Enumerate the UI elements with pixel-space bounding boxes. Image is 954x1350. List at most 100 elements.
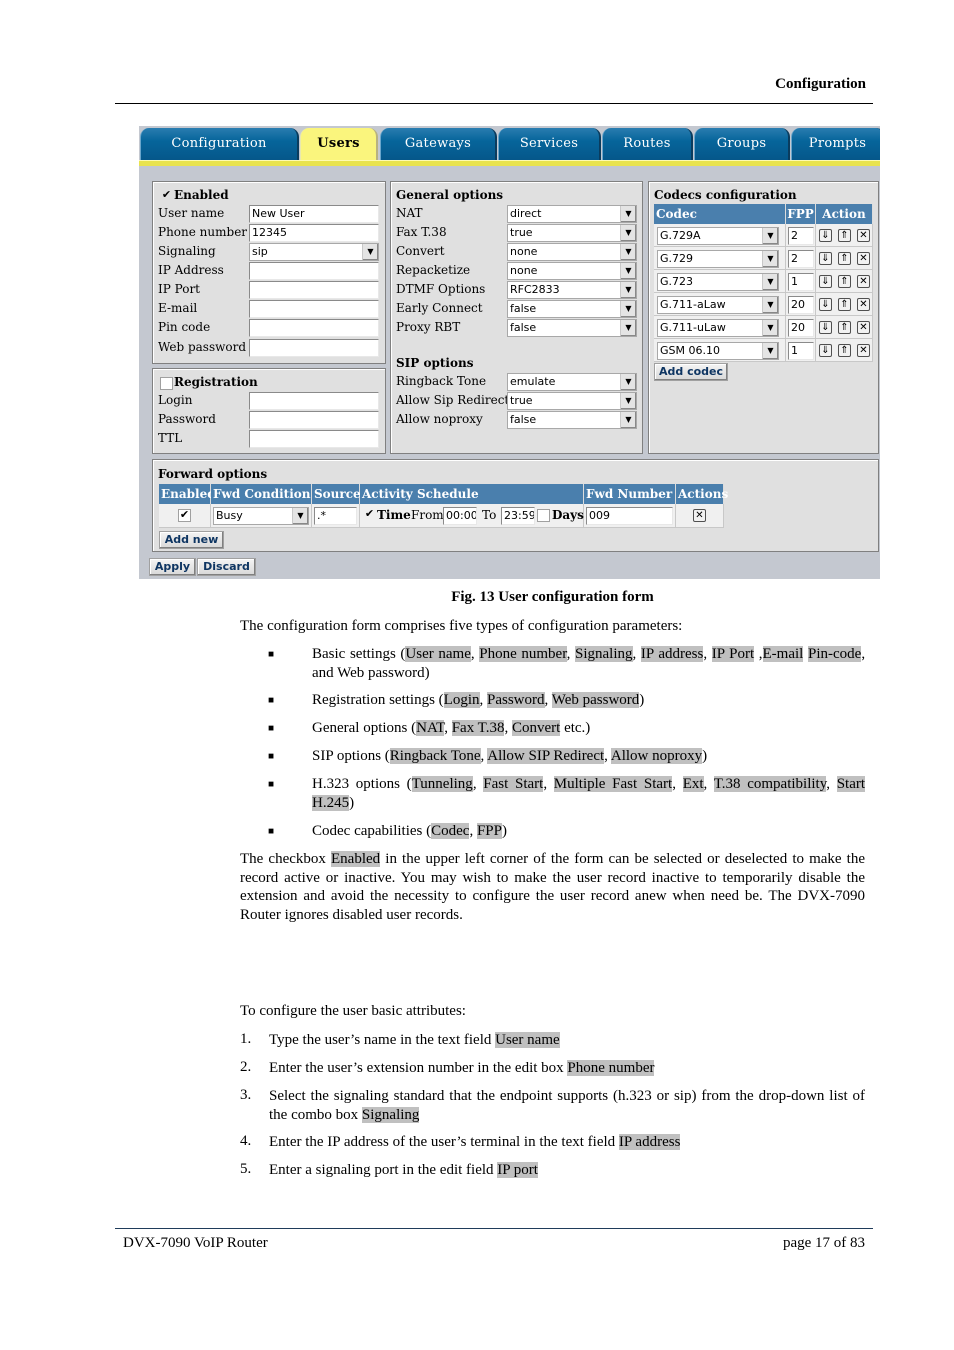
password-input[interactable] bbox=[249, 411, 379, 429]
ttl-input[interactable] bbox=[249, 430, 379, 448]
codec-select[interactable]: G.729 ▼ bbox=[657, 250, 779, 268]
tab-underline bbox=[139, 160, 880, 166]
chevron-down-icon[interactable]: ▼ bbox=[620, 301, 636, 317]
fpp-input[interactable]: 1 bbox=[788, 273, 814, 291]
move-up-icon[interactable]: ⇑ bbox=[838, 344, 851, 357]
registration-panel: Registration Login Password TTL bbox=[152, 368, 386, 454]
proxy-rbt-select[interactable]: false ▼ bbox=[507, 319, 637, 337]
fax-t38-select[interactable]: true ▼ bbox=[507, 224, 637, 242]
chevron-down-icon[interactable]: ▼ bbox=[292, 508, 308, 524]
delete-icon[interactable]: ✕ bbox=[857, 344, 870, 357]
signaling-value: sip bbox=[252, 245, 268, 258]
delete-icon[interactable]: ✕ bbox=[857, 321, 870, 334]
chevron-down-icon[interactable]: ▼ bbox=[762, 274, 778, 290]
field-reference: IP address bbox=[618, 1134, 681, 1150]
move-up-icon[interactable]: ⇑ bbox=[838, 298, 851, 311]
apply-button[interactable]: Apply bbox=[149, 558, 196, 576]
early-connect-select[interactable]: false ▼ bbox=[507, 300, 637, 318]
move-down-icon[interactable]: ⇓ bbox=[819, 252, 832, 265]
discard-button[interactable]: Discard bbox=[197, 558, 256, 576]
codec-select[interactable]: G.723 ▼ bbox=[657, 273, 779, 291]
move-up-icon[interactable]: ⇑ bbox=[838, 275, 851, 288]
move-down-icon[interactable]: ⇓ bbox=[819, 321, 832, 334]
dtmf-options-select[interactable]: RFC2833 ▼ bbox=[507, 281, 637, 299]
enabled-checkbox[interactable] bbox=[160, 190, 173, 203]
delete-icon[interactable]: ✕ bbox=[693, 509, 706, 522]
allow-noproxy-select[interactable]: false ▼ bbox=[507, 411, 637, 429]
chevron-down-icon[interactable]: ▼ bbox=[762, 320, 778, 336]
from-time-input[interactable]: 00:00 bbox=[443, 507, 477, 525]
email-input[interactable] bbox=[249, 300, 379, 318]
codec-select[interactable]: GSM 06.10 ▼ bbox=[657, 342, 779, 360]
add-new-button[interactable]: Add new bbox=[159, 531, 224, 549]
move-down-icon[interactable]: ⇓ bbox=[819, 298, 832, 311]
convert-select[interactable]: none ▼ bbox=[507, 243, 637, 261]
chevron-down-icon[interactable]: ▼ bbox=[620, 393, 636, 409]
repacketize-select[interactable]: none ▼ bbox=[507, 262, 637, 280]
add-codec-button[interactable]: Add codec bbox=[654, 363, 728, 381]
chevron-down-icon[interactable]: ▼ bbox=[620, 320, 636, 336]
tab-gateways[interactable]: Gateways bbox=[380, 128, 497, 160]
move-down-icon[interactable]: ⇓ bbox=[819, 344, 832, 357]
nat-select[interactable]: direct ▼ bbox=[507, 205, 637, 223]
fpp-input[interactable]: 20 bbox=[788, 319, 814, 337]
phone-number-input[interactable]: 12345 bbox=[249, 224, 379, 242]
tab-groups[interactable]: Groups bbox=[694, 128, 790, 160]
fwd-source-input[interactable]: .* bbox=[314, 507, 357, 525]
delete-icon[interactable]: ✕ bbox=[857, 252, 870, 265]
codec-select[interactable]: G.711-aLaw ▼ bbox=[657, 296, 779, 314]
chevron-down-icon[interactable]: ▼ bbox=[762, 343, 778, 359]
delete-icon[interactable]: ✕ bbox=[857, 229, 870, 242]
move-up-icon[interactable]: ⇑ bbox=[838, 252, 851, 265]
chevron-down-icon[interactable]: ▼ bbox=[762, 228, 778, 244]
fpp-input[interactable]: 2 bbox=[788, 227, 814, 245]
tab-prompts[interactable]: Prompts bbox=[791, 128, 880, 160]
login-input[interactable] bbox=[249, 392, 379, 410]
fpp-input[interactable]: 1 bbox=[788, 342, 814, 360]
move-down-icon[interactable]: ⇓ bbox=[819, 275, 832, 288]
move-down-icon[interactable]: ⇓ bbox=[819, 229, 832, 242]
footer-rule bbox=[115, 1228, 873, 1229]
time-checkbox[interactable] bbox=[363, 509, 376, 522]
chevron-down-icon[interactable]: ▼ bbox=[620, 263, 636, 279]
move-up-icon[interactable]: ⇑ bbox=[838, 229, 851, 242]
ringback-tone-select[interactable]: emulate ▼ bbox=[507, 373, 637, 391]
delete-icon[interactable]: ✕ bbox=[857, 298, 870, 311]
fpp-input[interactable]: 2 bbox=[788, 250, 814, 268]
chevron-down-icon[interactable]: ▼ bbox=[620, 374, 636, 390]
chevron-down-icon[interactable]: ▼ bbox=[362, 244, 378, 260]
ip-address-input[interactable] bbox=[249, 262, 379, 280]
field-reference: User name bbox=[495, 1032, 560, 1048]
registration-checkbox[interactable] bbox=[160, 377, 173, 390]
fwd-number-input[interactable]: 009 bbox=[586, 507, 673, 525]
tab-services[interactable]: Services bbox=[498, 128, 601, 160]
web-password-input[interactable] bbox=[249, 339, 379, 357]
move-up-icon[interactable]: ⇑ bbox=[838, 321, 851, 334]
tab-routes[interactable]: Routes bbox=[602, 128, 693, 160]
ip-port-input[interactable] bbox=[249, 281, 379, 299]
chevron-down-icon[interactable]: ▼ bbox=[620, 206, 636, 222]
tab-configuration[interactable]: Configuration bbox=[140, 128, 299, 160]
to-time-input[interactable]: 23:59 bbox=[501, 507, 535, 525]
bullet-marker: ■ bbox=[268, 649, 275, 660]
user-name-input[interactable]: New User bbox=[249, 205, 379, 223]
chevron-down-icon[interactable]: ▼ bbox=[620, 412, 636, 428]
codec-select[interactable]: G.711-uLaw ▼ bbox=[657, 319, 779, 337]
codec-select[interactable]: G.729A ▼ bbox=[657, 227, 779, 245]
fwd-condition-select[interactable]: Busy ▼ bbox=[213, 507, 309, 525]
allow-sip-redirect-select[interactable]: true ▼ bbox=[507, 392, 637, 410]
days-checkbox[interactable] bbox=[537, 509, 550, 522]
delete-icon[interactable]: ✕ bbox=[857, 275, 870, 288]
pin-code-input[interactable] bbox=[249, 319, 379, 337]
chevron-down-icon[interactable]: ▼ bbox=[620, 282, 636, 298]
signaling-select[interactable]: sip ▼ bbox=[249, 243, 379, 261]
tab-users[interactable]: Users bbox=[300, 128, 378, 160]
codecs-panel: Codecs configuration Codec FPP Action G.… bbox=[648, 181, 879, 454]
chevron-down-icon[interactable]: ▼ bbox=[620, 225, 636, 241]
fpp-input[interactable]: 20 bbox=[788, 296, 814, 314]
chevron-down-icon[interactable]: ▼ bbox=[762, 251, 778, 267]
chevron-down-icon[interactable]: ▼ bbox=[620, 244, 636, 260]
chevron-down-icon[interactable]: ▼ bbox=[762, 297, 778, 313]
fwd-actions-header: Actions bbox=[676, 484, 728, 504]
fwd-enabled-checkbox[interactable] bbox=[178, 509, 191, 522]
